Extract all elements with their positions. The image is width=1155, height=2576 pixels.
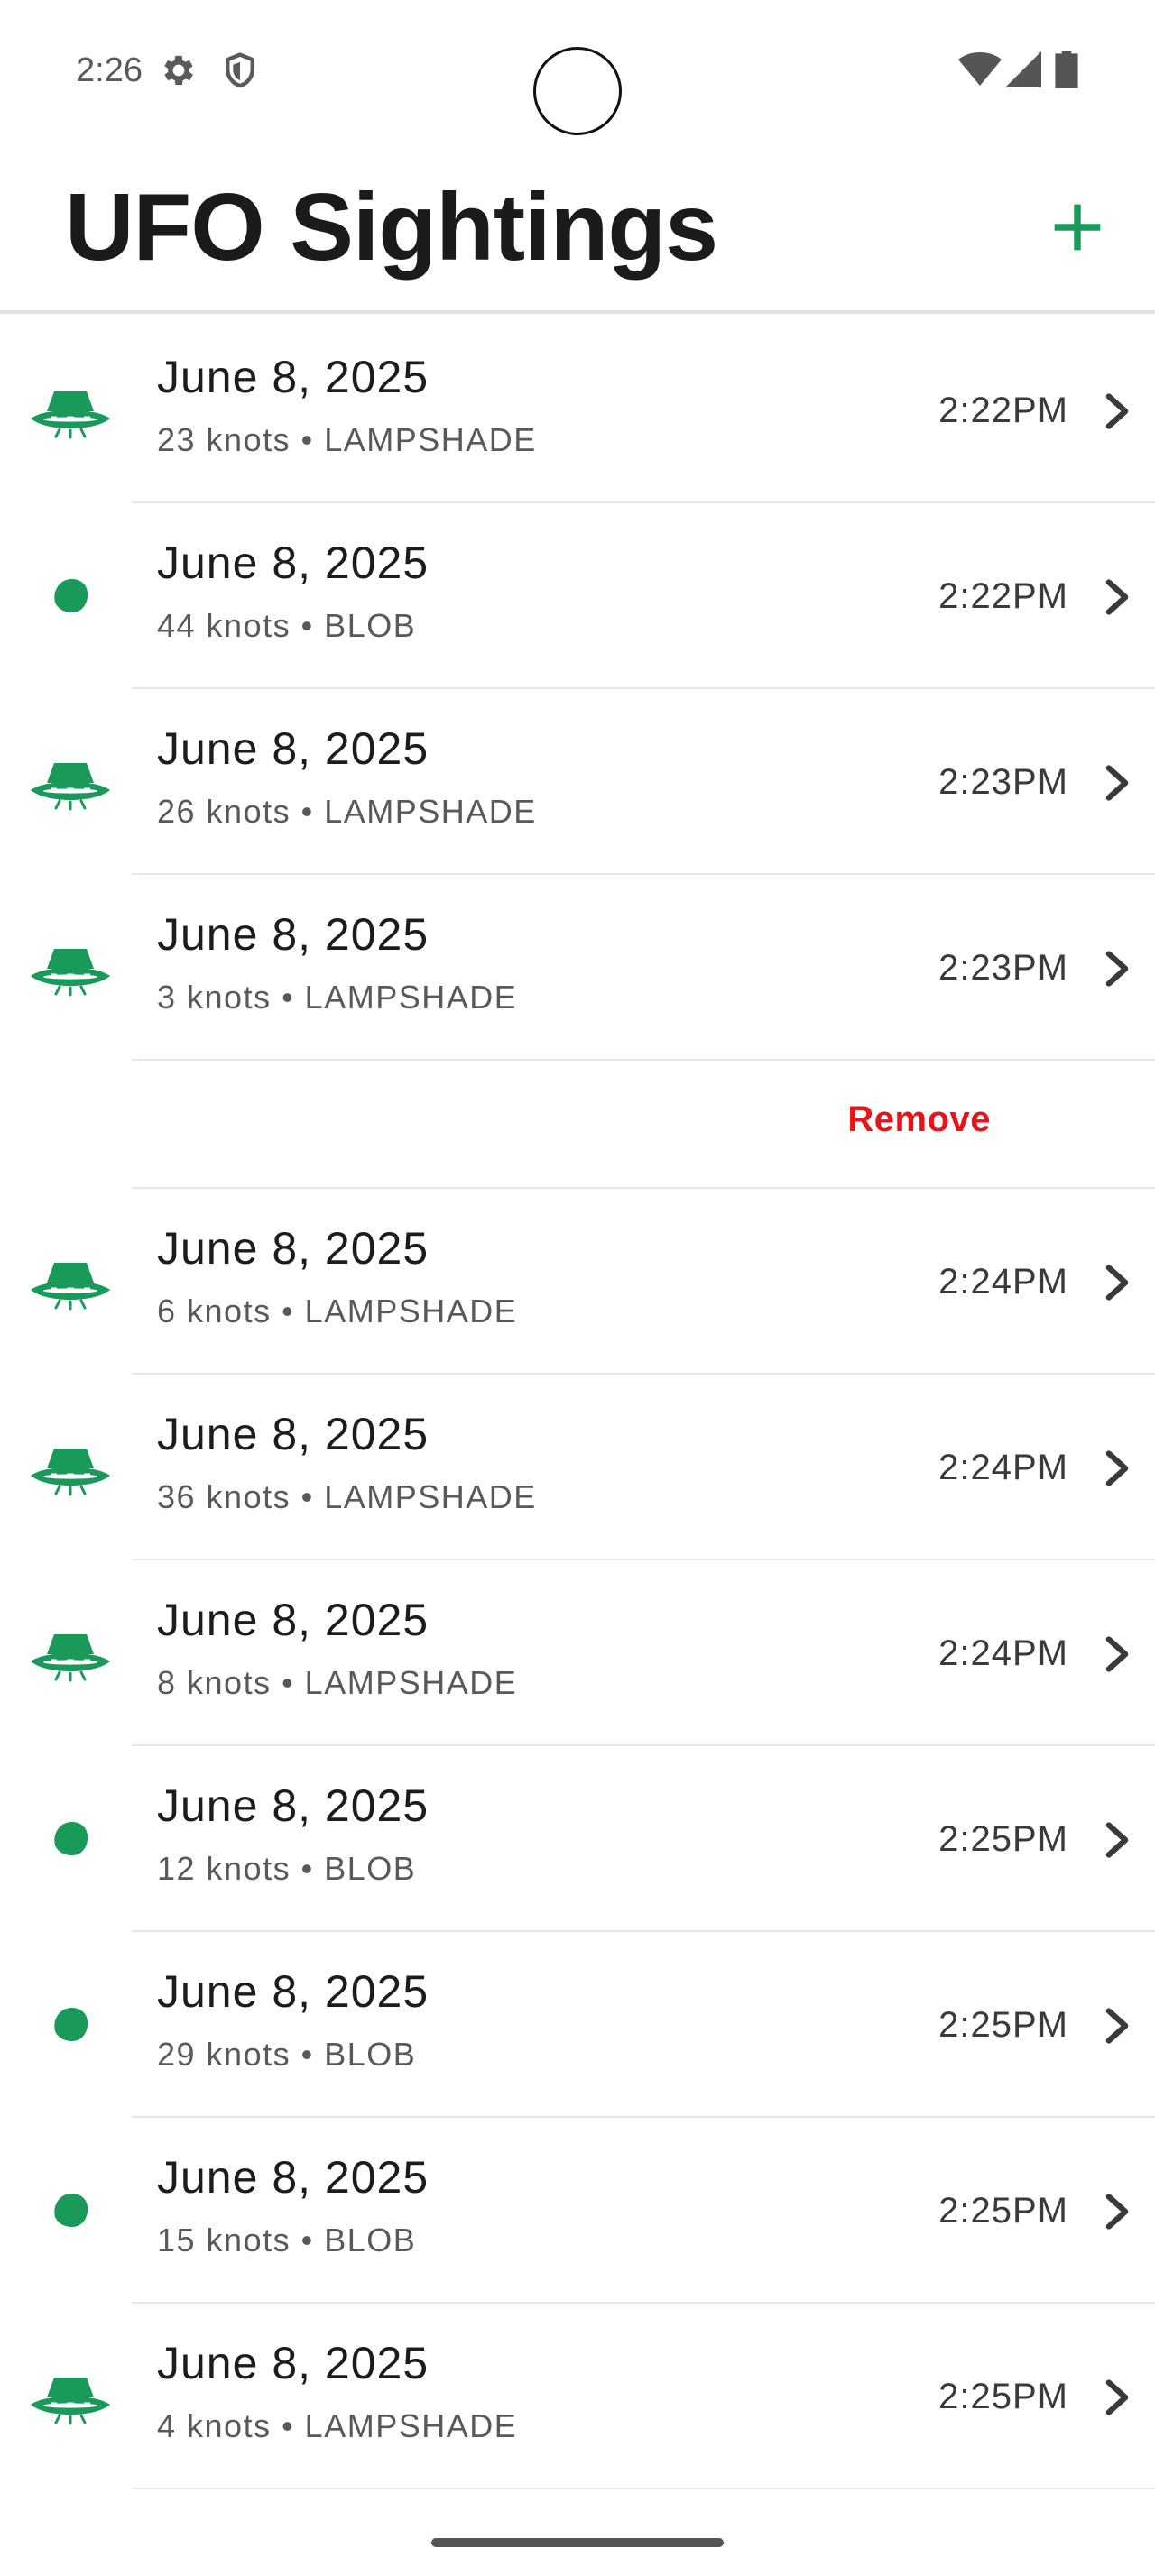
lampshade-ufo-icon (31, 1263, 110, 1311)
sighting-row[interactable]: June 8, 2025 12 knots • BLOB 2:25PM (0, 1746, 1155, 1932)
sighting-time: 2:25PM (938, 2005, 1068, 2045)
battery-icon (1055, 51, 1078, 88)
chevron-right-icon (1105, 951, 1129, 987)
sighting-row[interactable]: June 8, 2025 3 knots • LAMPSHADE 2:23PM (0, 875, 1155, 1061)
status-bar: 2:26 (0, 0, 1155, 135)
sighting-date: June 8, 2025 (157, 1595, 430, 1645)
sighting-time: 2:22PM (938, 576, 1068, 616)
sighting-time: 2:25PM (938, 2191, 1068, 2231)
sighting-time: 2:25PM (938, 2377, 1068, 2416)
lampshade-ufo-icon (31, 1449, 110, 1496)
chevron-right-icon (1105, 579, 1129, 615)
remove-button[interactable]: Remove (847, 1097, 991, 1142)
sighting-date: June 8, 2025 (157, 723, 430, 774)
sighting-detail: 23 knots • LAMPSHADE (157, 421, 537, 458)
page-title: UFO Sightings (65, 174, 718, 281)
app-header: UFO Sightings (0, 135, 1155, 314)
sighting-date: June 8, 2025 (157, 1223, 430, 1274)
sighting-time: 2:22PM (938, 391, 1068, 430)
chevron-right-icon (1105, 2379, 1129, 2415)
sighting-time: 2:25PM (938, 1819, 1068, 1859)
chevron-right-icon (1105, 765, 1129, 801)
chevron-right-icon (1105, 393, 1129, 429)
sighting-detail: 36 knots • LAMPSHADE (157, 1478, 537, 1515)
lampshade-ufo-icon (31, 949, 110, 997)
sighting-detail: 4 knots • LAMPSHADE (157, 2407, 518, 2444)
chevron-right-icon (1105, 2194, 1129, 2230)
sightings-list: June 8, 2025 23 knots • LAMPSHADE 2:22PM J… (0, 317, 1155, 2489)
lampshade-ufo-icon (31, 391, 110, 439)
sighting-date: June 8, 2025 (157, 2338, 430, 2388)
sighting-detail: 12 knots • BLOB (157, 1850, 417, 1887)
sighting-row[interactable]: June 8, 2025 44 knots • BLOB 2:22PM (0, 503, 1155, 689)
wifi-icon (958, 52, 1002, 86)
sighting-detail: 6 knots • LAMPSHADE (157, 1293, 518, 1329)
camera-cutout (533, 47, 622, 135)
sighting-detail: 44 knots • BLOB (157, 607, 417, 644)
row-divider (132, 2488, 1155, 2489)
sighting-date: June 8, 2025 (157, 352, 430, 402)
plus-icon (1054, 204, 1101, 251)
sighting-date: June 8, 2025 (157, 1409, 430, 1459)
blob-ufo-icon (54, 2008, 88, 2041)
sighting-detail: 26 knots • LAMPSHADE (157, 793, 537, 830)
sighting-time: 2:23PM (938, 762, 1068, 802)
sighting-time: 2:24PM (938, 1633, 1068, 1673)
lampshade-ufo-icon (31, 1634, 110, 1682)
chevron-right-icon (1105, 2008, 1129, 2044)
sighting-date: June 8, 2025 (157, 1780, 430, 1831)
sighting-detail: 15 knots • BLOB (157, 2222, 417, 2259)
shield-icon (226, 52, 254, 88)
sighting-date: June 8, 2025 (157, 538, 430, 588)
lampshade-ufo-icon (31, 763, 110, 811)
blob-ufo-icon (54, 579, 88, 612)
sighting-date: June 8, 2025 (157, 909, 430, 960)
sighting-detail: 8 knots • LAMPSHADE (157, 1664, 518, 1701)
sighting-row[interactable]: June 8, 2025 26 knots • LAMPSHADE 2:23PM (0, 689, 1155, 875)
status-time: 2:26 (76, 51, 143, 89)
sighting-row[interactable]: June 8, 2025 36 knots • LAMPSHADE 2:24PM (0, 1375, 1155, 1560)
sighting-row[interactable]: June 8, 2025 29 knots • BLOB 2:25PM (0, 1932, 1155, 2118)
sighting-date: June 8, 2025 (157, 2152, 430, 2203)
settings-gear-icon (164, 55, 193, 86)
chevron-right-icon (1105, 1450, 1129, 1486)
blob-ufo-icon (54, 1822, 88, 1855)
sighting-time: 2:23PM (938, 948, 1068, 988)
chevron-right-icon (1105, 1265, 1129, 1301)
sighting-time: 2:24PM (938, 1262, 1068, 1302)
sighting-detail: 3 knots • LAMPSHADE (157, 979, 518, 1016)
add-sighting-button[interactable] (1049, 198, 1106, 256)
blob-ufo-icon (54, 2194, 88, 2227)
chevron-right-icon (1105, 1822, 1129, 1858)
sighting-detail: 29 knots • BLOB (157, 2036, 417, 2073)
chevron-right-icon (1105, 1636, 1129, 1672)
home-indicator[interactable] (431, 2538, 724, 2547)
lampshade-ufo-icon (31, 2378, 110, 2425)
sighting-row[interactable]: June 8, 2025 6 knots • LAMPSHADE 2:24PM (0, 1189, 1155, 1375)
sighting-time: 2:24PM (938, 1448, 1068, 1487)
sighting-row[interactable]: June 8, 2025 23 knots • LAMPSHADE 2:22PM (0, 317, 1155, 503)
swipe-action-row: Remove (0, 1061, 1155, 1189)
sighting-row[interactable]: June 8, 2025 8 knots • LAMPSHADE 2:24PM (0, 1560, 1155, 1746)
sighting-row[interactable]: June 8, 2025 4 knots • LAMPSHADE 2:25PM (0, 2304, 1155, 2489)
sighting-row[interactable]: June 8, 2025 15 knots • BLOB 2:25PM (0, 2118, 1155, 2304)
signal-icon (1005, 51, 1041, 87)
sighting-date: June 8, 2025 (157, 1966, 430, 2017)
